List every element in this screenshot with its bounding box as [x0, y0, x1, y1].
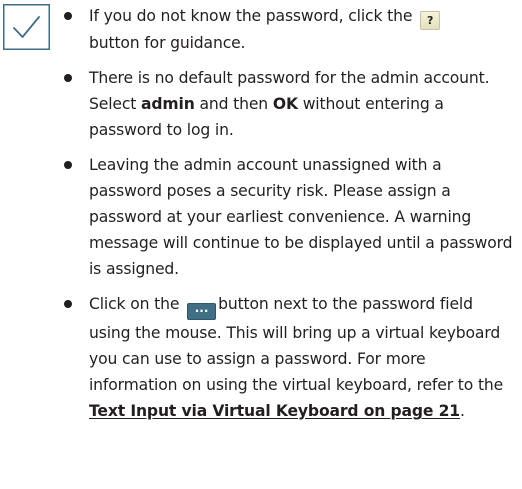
note-bullet-list: If you do not know the password, click t… — [62, 3, 517, 433]
bullet-text: Click on the — [89, 295, 185, 313]
bullet-dot — [64, 300, 72, 308]
bullet-text: and then — [194, 95, 273, 113]
bullet-text: button for guidance. — [89, 34, 246, 52]
bullet-text: If you do not know the password, click t… — [89, 7, 418, 25]
bullet-dot — [64, 161, 72, 169]
list-item: If you do not know the password, click t… — [62, 3, 517, 56]
bullet-text: . — [460, 402, 465, 420]
virtual-keyboard-link[interactable]: Text Input via Virtual Keyboard on page … — [89, 402, 460, 420]
admin-keyword: admin — [141, 95, 195, 113]
help-button[interactable]: ? — [420, 11, 441, 30]
virtual-keyboard-button[interactable]: ... — [187, 302, 217, 320]
note-check-icon — [3, 4, 50, 50]
list-item: There is no default password for the adm… — [62, 65, 517, 143]
list-item: Leaving the admin account unassigned wit… — [62, 152, 517, 282]
bullet-dot — [64, 74, 72, 82]
ok-keyword: OK — [272, 95, 298, 113]
list-item: Click on the ... button next to the passw… — [62, 291, 517, 424]
checkmark-icon — [3, 4, 50, 50]
bullet-dot — [64, 12, 72, 20]
bullet-text: Leaving the admin account unassigned wit… — [89, 156, 513, 278]
